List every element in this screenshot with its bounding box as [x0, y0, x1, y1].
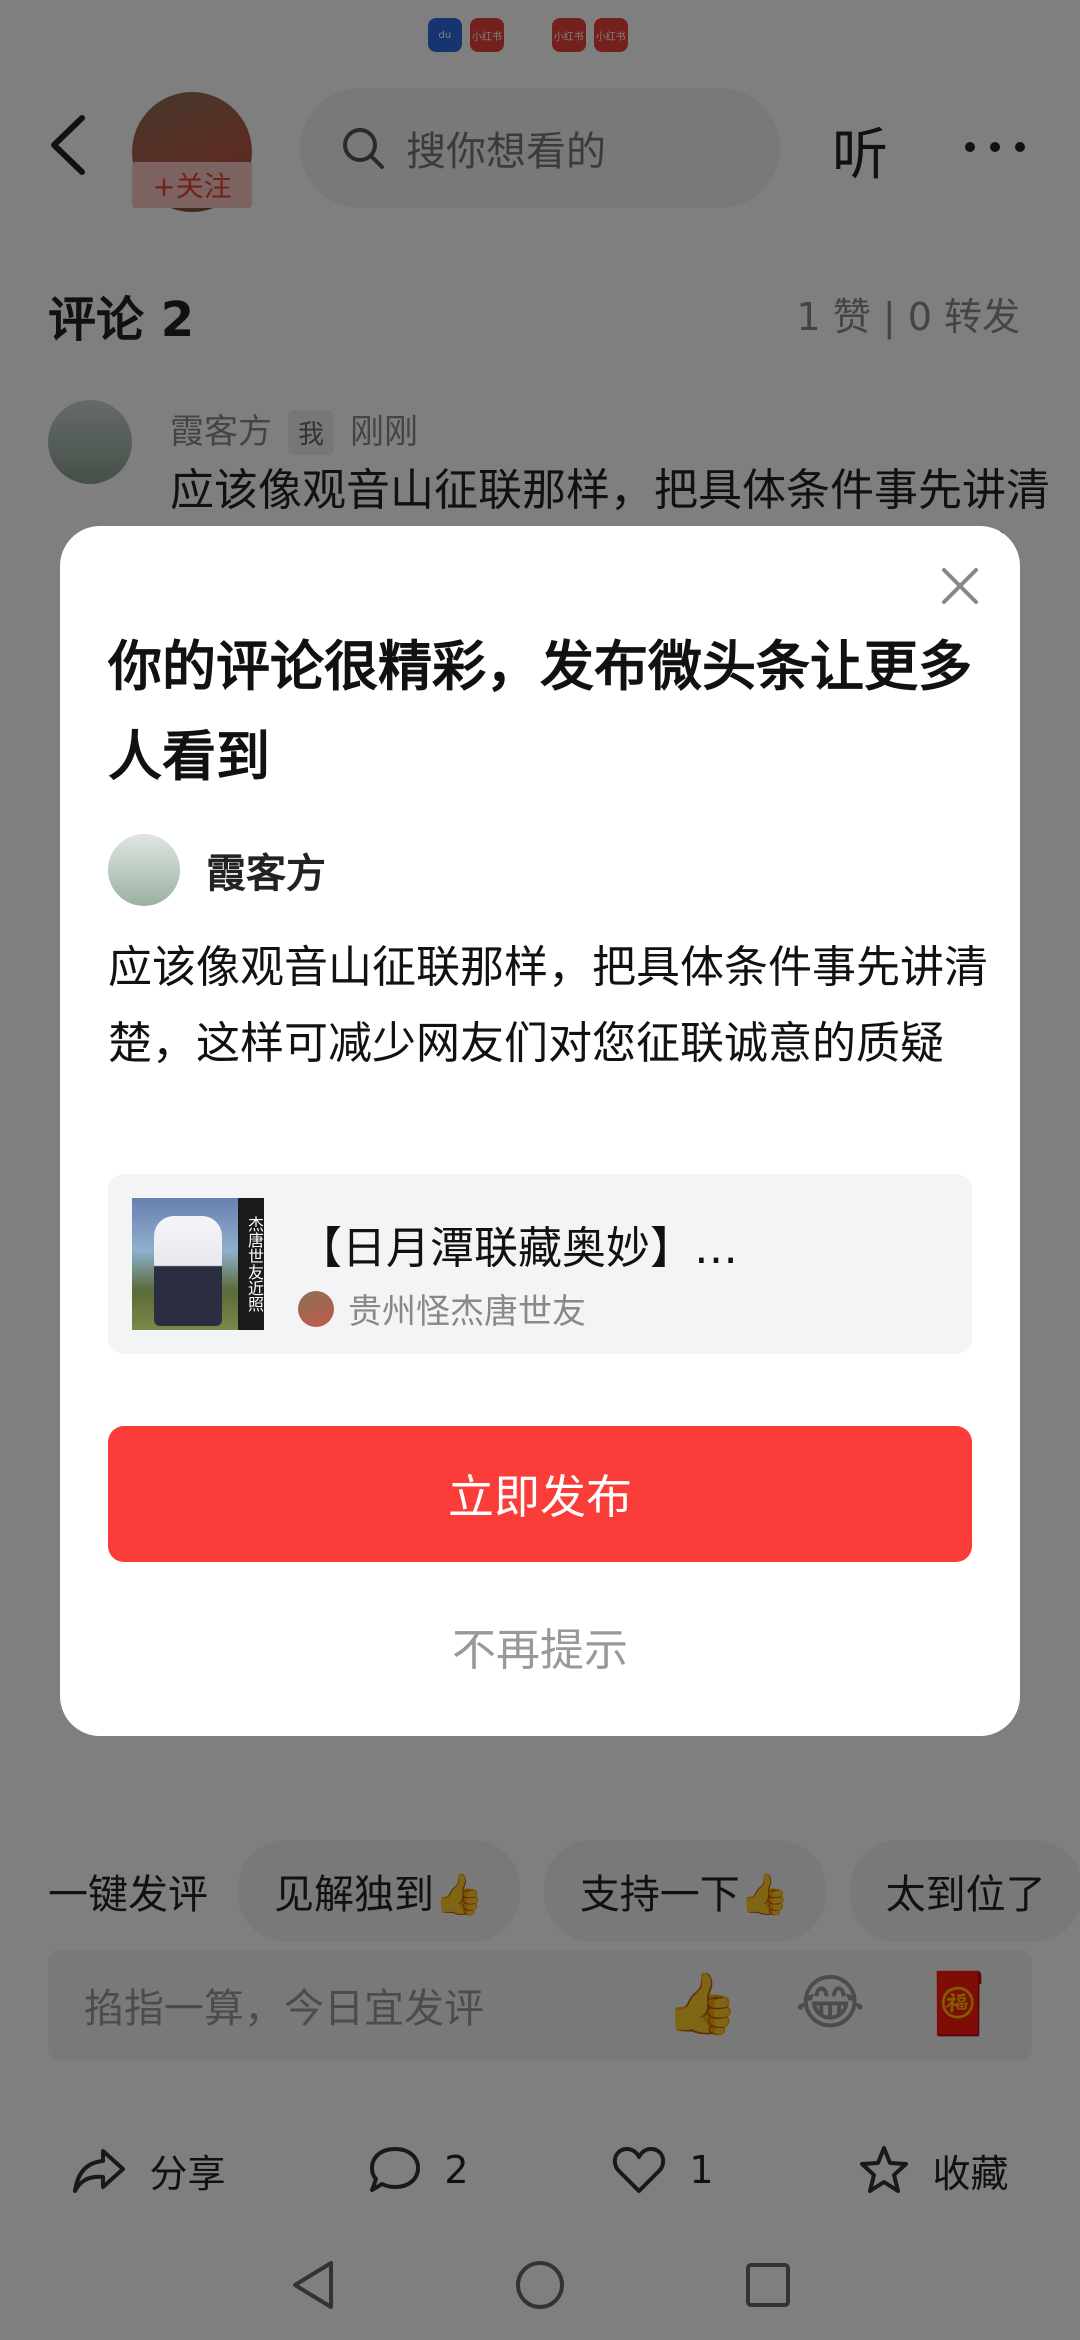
close-icon [942, 568, 978, 604]
article-thumbnail: 杰唐世友近照 [132, 1198, 264, 1330]
dialog-comment-text: 应该像观音山征联那样，把具体条件事先讲清楚，这样可减少网友们对您征联诚意的质疑 [108, 942, 988, 1069]
thumbnail-caption: 杰唐世友近照 [238, 1198, 264, 1330]
article-author-name: 贵州怪杰唐世友 [348, 1292, 586, 1332]
article-card[interactable]: 杰唐世友近照 【日月潭联藏奥妙】… 贵州怪杰唐世友 [108, 1174, 972, 1354]
article-author-avatar [298, 1290, 334, 1327]
article-title: 【日月潭联藏奥妙】… [298, 1223, 738, 1274]
close-button[interactable] [936, 562, 984, 610]
publish-prompt-dialog: 你的评论很精彩，发布微头条让更多人看到 霞客方 应该像观音山征联那样，把具体条件… [60, 526, 1020, 1736]
thumbnail-person [154, 1216, 222, 1326]
dont-show-again-button[interactable]: 不再提示 [60, 1614, 1020, 1678]
dialog-user-avatar [108, 834, 180, 906]
dialog-user-name: 霞客方 [206, 851, 326, 897]
dialog-title: 你的评论很精彩，发布微头条让更多人看到 [108, 635, 972, 788]
article-author: 贵州怪杰唐世友 [298, 1284, 586, 1333]
dialog-user: 霞客方 [108, 834, 326, 906]
publish-now-button[interactable]: 立即发布 [108, 1426, 972, 1562]
